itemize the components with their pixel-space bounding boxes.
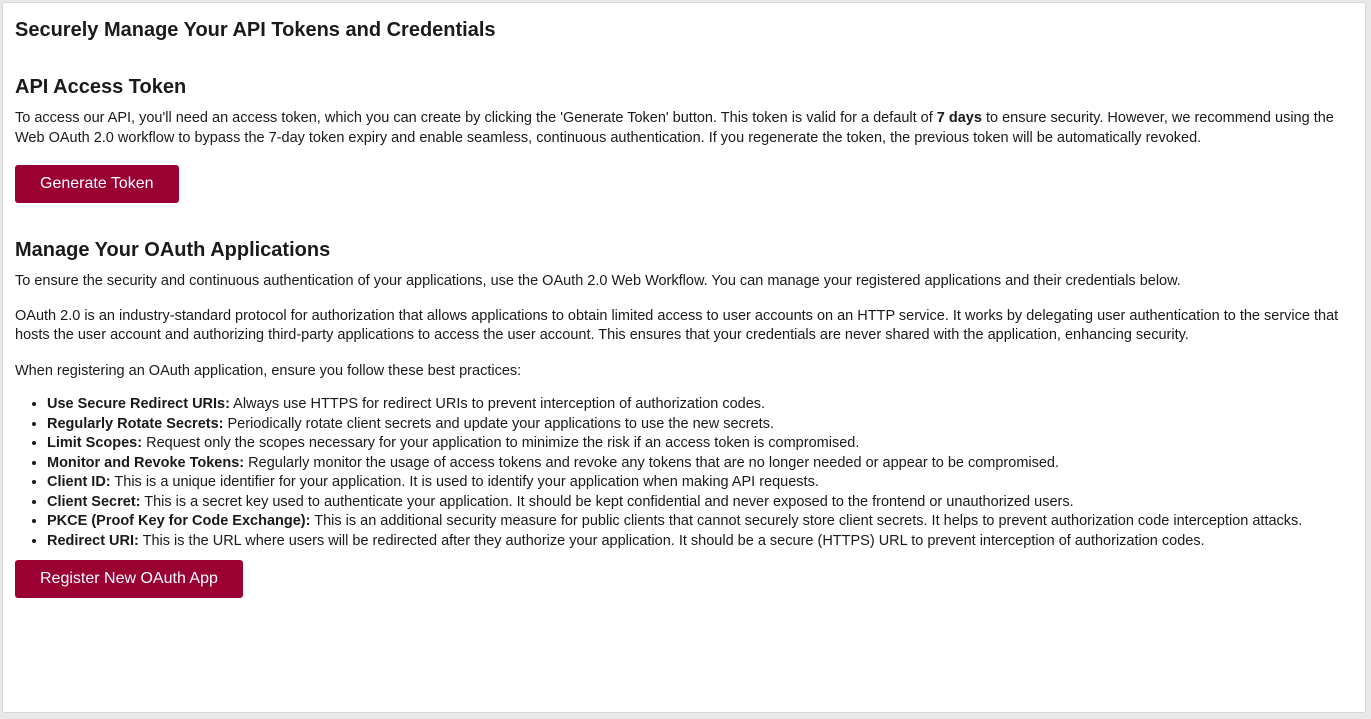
list-item: Use Secure Redirect URIs: Always use HTT… bbox=[47, 395, 1353, 415]
list-item: Client Secret: This is a secret key used… bbox=[47, 493, 1353, 513]
list-item: PKCE (Proof Key for Code Exchange): This… bbox=[47, 512, 1353, 532]
practice-term: Monitor and Revoke Tokens: bbox=[47, 454, 245, 471]
api-token-section: API Access Token To access our API, you'… bbox=[15, 74, 1353, 203]
best-practices-list: Use Secure Redirect URIs: Always use HTT… bbox=[15, 395, 1353, 551]
oauth-description: OAuth 2.0 is an industry-standard protoc… bbox=[15, 307, 1339, 344]
page-title: Securely Manage Your API Tokens and Cred… bbox=[15, 19, 496, 41]
api-token-description: To access our API, you'll need an access… bbox=[15, 109, 1353, 148]
practice-term: Client Secret: bbox=[47, 493, 141, 510]
list-item: Regularly Rotate Secrets: Periodically r… bbox=[47, 415, 1353, 435]
practice-term: PKCE (Proof Key for Code Exchange): bbox=[47, 513, 311, 529]
practice-term: Regularly Rotate Secrets: bbox=[47, 415, 224, 432]
practice-text: This is a secret key used to authenticat… bbox=[140, 493, 1074, 510]
api-token-description-before: To access our API, you'll need an access… bbox=[15, 110, 937, 126]
api-token-heading: API Access Token bbox=[15, 76, 187, 98]
practice-text: Always use HTTPS for redirect URIs to pr… bbox=[229, 396, 766, 412]
practice-term: Redirect URI: bbox=[47, 532, 139, 549]
oauth-heading: Manage Your OAuth Applications bbox=[15, 239, 331, 261]
practice-text: This is a unique identifier for your app… bbox=[110, 474, 819, 490]
list-item: Limit Scopes: Request only the scopes ne… bbox=[47, 434, 1353, 454]
best-practices-intro: When registering an OAuth application, e… bbox=[15, 362, 522, 379]
practice-text: Regularly monitor the usage of access to… bbox=[244, 454, 1060, 471]
main-panel: Securely Manage Your API Tokens and Cred… bbox=[2, 2, 1366, 713]
token-validity-emphasis: 7 days bbox=[936, 110, 982, 126]
practice-term: Limit Scopes: bbox=[47, 435, 143, 451]
practice-term: Client ID: bbox=[47, 474, 111, 490]
practice-text: This is an additional security measure f… bbox=[310, 513, 1303, 529]
practice-text: This is the URL where users will be redi… bbox=[138, 532, 1205, 549]
register-oauth-app-button[interactable]: Register New OAuth App bbox=[15, 560, 243, 598]
list-item: Monitor and Revoke Tokens: Regularly mon… bbox=[47, 454, 1353, 474]
list-item: Redirect URI: This is the URL where user… bbox=[47, 532, 1353, 552]
oauth-section: Manage Your OAuth Applications To ensure… bbox=[15, 237, 1353, 598]
practice-text: Periodically rotate client secrets and u… bbox=[223, 415, 774, 432]
list-item: Client ID: This is a unique identifier f… bbox=[47, 473, 1353, 493]
oauth-intro: To ensure the security and continuous au… bbox=[15, 273, 1181, 289]
practice-text: Request only the scopes necessary for yo… bbox=[142, 435, 860, 451]
generate-token-button[interactable]: Generate Token bbox=[15, 165, 179, 203]
practice-term: Use Secure Redirect URIs: bbox=[47, 396, 230, 412]
